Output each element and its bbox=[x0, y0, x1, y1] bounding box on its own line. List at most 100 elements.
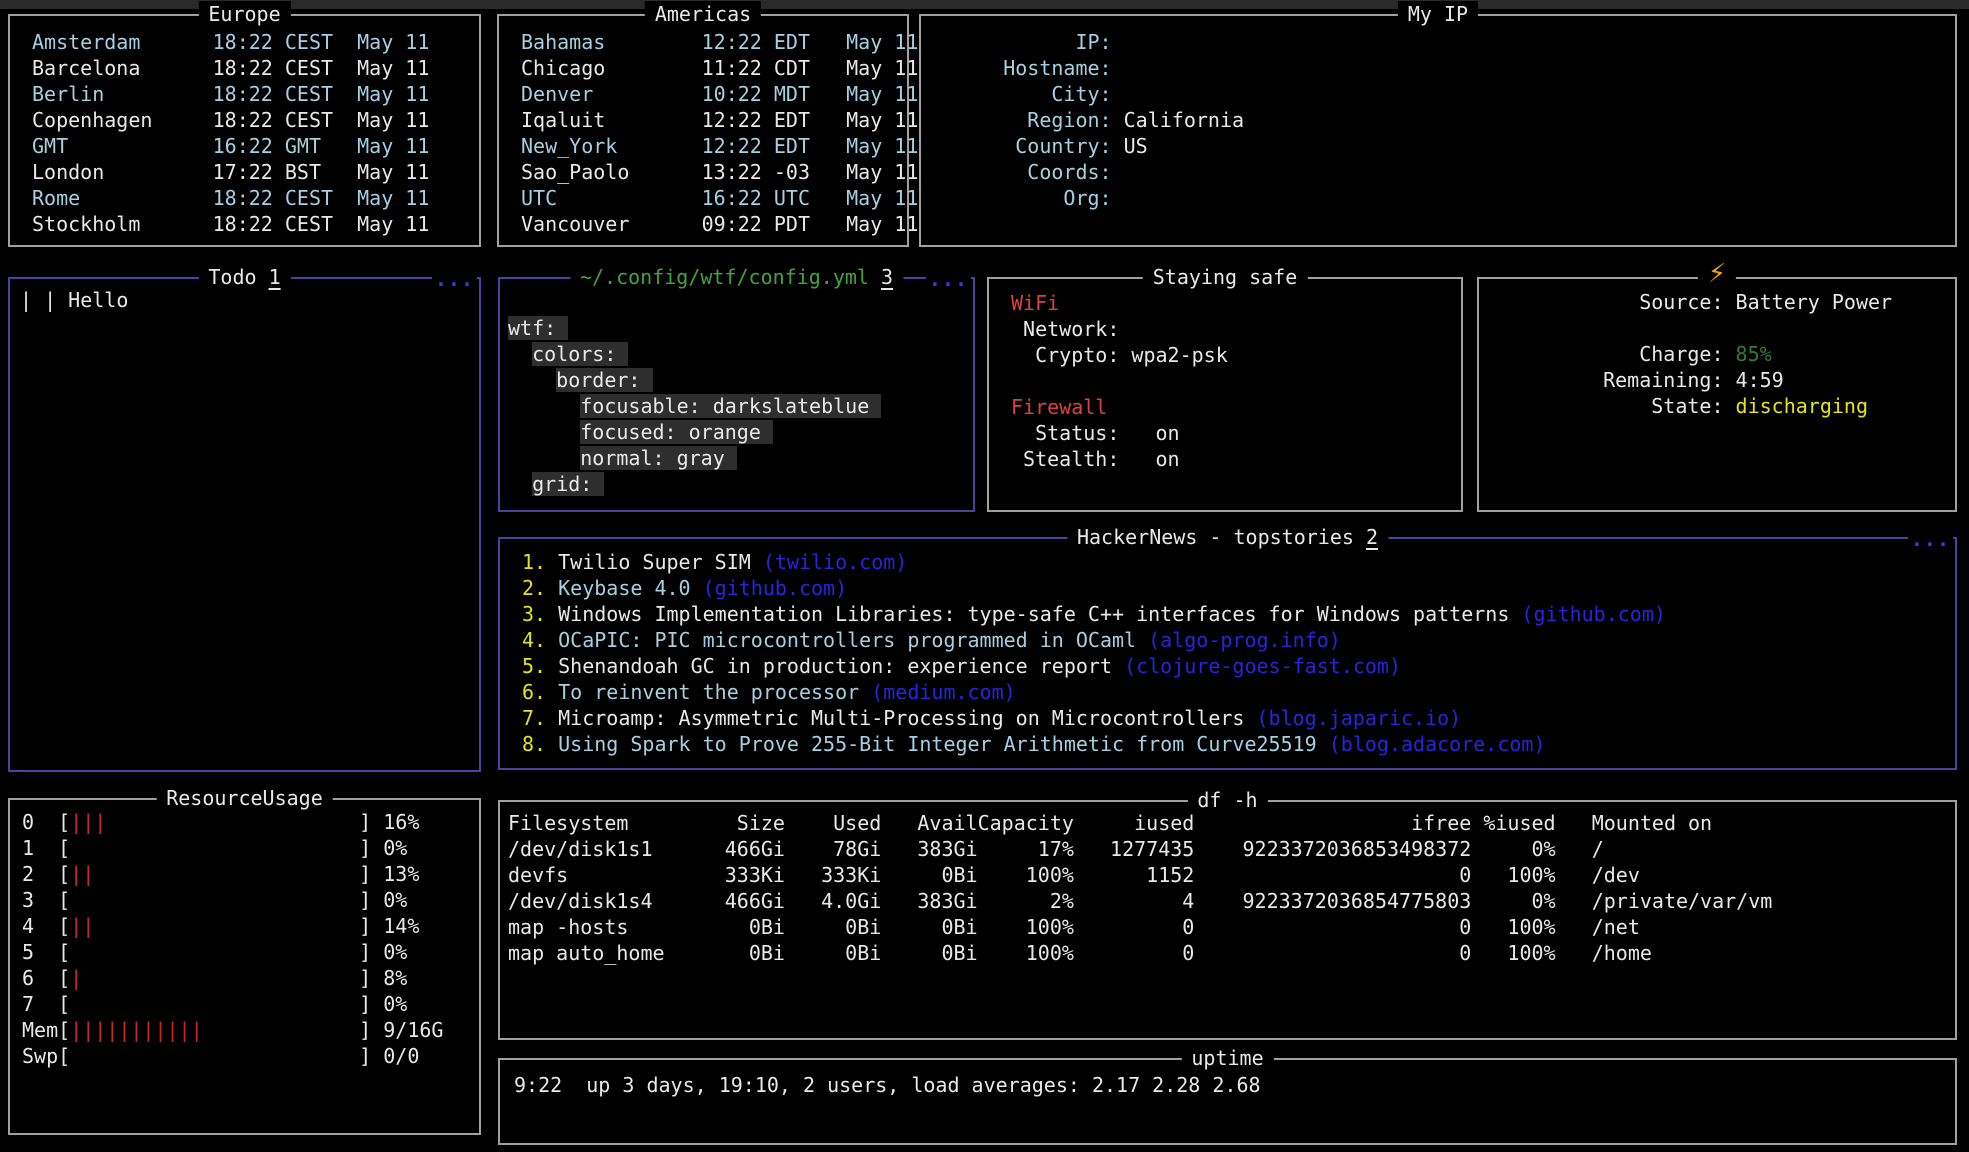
hn-story-link: (blog.adacore.com) bbox=[1329, 732, 1546, 756]
config-line-indent bbox=[508, 394, 580, 418]
hn-story-title: To reinvent the processor bbox=[558, 680, 871, 704]
hn-story-link: (blog.japaric.io) bbox=[1257, 706, 1462, 730]
hn-story[interactable]: 8. Using Spark to Prove 255-Bit Integer … bbox=[522, 731, 1955, 757]
clock-row: Amsterdam 18:22 CEST May 11 bbox=[32, 29, 479, 55]
hn-story-title: Windows Implementation Libraries: type-s… bbox=[558, 602, 1521, 626]
ip-row-label: IP: bbox=[943, 30, 1112, 54]
config-line-text: normal: gray bbox=[580, 446, 737, 470]
ip-row-label: Hostname: bbox=[943, 56, 1112, 80]
hn-story-number: 2. bbox=[522, 576, 558, 600]
config-line-text: focused: orange bbox=[580, 420, 773, 444]
resource-row: 0 [||| ] 16% bbox=[22, 809, 479, 835]
config-line-indent bbox=[508, 342, 532, 366]
americas-clock-list: Bahamas 12:22 EDT May 11Chicago 11:22 CD… bbox=[499, 16, 907, 237]
resource-row-label: 4 [ bbox=[22, 914, 70, 938]
battery-row-label: State: bbox=[1579, 394, 1724, 418]
ip-row-value bbox=[1112, 56, 1124, 80]
ip-row-value bbox=[1112, 186, 1124, 210]
resource-row-value: ] 13% bbox=[94, 862, 419, 886]
hn-story-link: (algo-prog.info) bbox=[1148, 628, 1341, 652]
panel-config-file[interactable]: ~/.config/wtf/config.yml 3 ... wtf: colo… bbox=[498, 277, 975, 512]
hn-story[interactable]: 5. Shenandoah GC in production: experien… bbox=[522, 653, 1955, 679]
config-line-text: wtf: bbox=[508, 316, 568, 340]
config-line: normal: gray bbox=[508, 445, 973, 471]
config-line: focused: orange bbox=[508, 419, 973, 445]
todo-list: | | Hello bbox=[10, 279, 479, 313]
clock-row: London 17:22 BST May 11 bbox=[32, 159, 479, 185]
uptime-text: 9:22 up 3 days, 19:10, 2 users, load ave… bbox=[514, 1072, 1955, 1098]
hn-story[interactable]: 4. OCaPIC: PIC microcontrollers programm… bbox=[522, 627, 1955, 653]
panel-hackernews[interactable]: HackerNews - topstories 2 ... 1. Twilio … bbox=[498, 537, 1957, 770]
config-yaml-content: wtf: colors: border: focusable: darkslat… bbox=[500, 279, 973, 497]
panel-clocks-europe: Europe Amsterdam 18:22 CEST May 11Barcel… bbox=[8, 14, 481, 247]
todo-item[interactable]: | | Hello bbox=[20, 287, 479, 313]
ip-row-label: City: bbox=[943, 82, 1112, 106]
clock-row: New_York 12:22 EDT May 11 bbox=[521, 133, 907, 159]
battery-row-label: Source: bbox=[1579, 290, 1724, 314]
config-line-text: focusable: darkslateblue bbox=[580, 394, 881, 418]
resource-row-value: ] 0% bbox=[70, 888, 407, 912]
hn-story-title: Keybase 4.0 bbox=[558, 576, 703, 600]
hn-story-number: 1. bbox=[522, 550, 558, 574]
resource-row: 1 [ ] 0% bbox=[22, 835, 479, 861]
ip-row-label: Region: bbox=[943, 108, 1112, 132]
config-line-indent bbox=[508, 472, 532, 496]
resource-row: Swp[ ] 0/0 bbox=[22, 1043, 479, 1069]
config-line-indent bbox=[508, 368, 556, 392]
safety-line: Crypto: wpa2-psk bbox=[1011, 342, 1461, 368]
hn-story[interactable]: 6. To reinvent the processor (medium.com… bbox=[522, 679, 1955, 705]
security-info-list: WiFi Network: Crypto: wpa2-psk Firewall … bbox=[989, 279, 1461, 472]
config-line: grid: bbox=[508, 471, 973, 497]
battery-row: Source: Battery Power bbox=[1579, 289, 1955, 315]
hn-story-link: (github.com) bbox=[1521, 602, 1666, 626]
clock-row: Vancouver 09:22 PDT May 11 bbox=[521, 211, 907, 237]
resource-bar: || bbox=[70, 914, 94, 938]
hn-story[interactable]: 3. Windows Implementation Libraries: typ… bbox=[522, 601, 1955, 627]
myip-info-list: IP: Hostname: City: Region: California C… bbox=[921, 16, 1955, 211]
clock-row: Iqaluit 12:22 EDT May 11 bbox=[521, 107, 907, 133]
resource-bar: || bbox=[70, 862, 94, 886]
clock-row: Berlin 18:22 CEST May 11 bbox=[32, 81, 479, 107]
hn-story[interactable]: 7. Microamp: Asymmetric Multi-Processing… bbox=[522, 705, 1955, 731]
resource-row-label: Mem[ bbox=[22, 1018, 70, 1042]
resource-bar: | bbox=[70, 966, 82, 990]
config-line-text: colors: bbox=[532, 342, 628, 366]
df-header-row: Filesystem Size Used AvailCapacity iused… bbox=[508, 810, 1955, 836]
resource-row-value: ] 14% bbox=[94, 914, 419, 938]
hn-story-number: 3. bbox=[522, 602, 558, 626]
clock-row: Barcelona 18:22 CEST May 11 bbox=[32, 55, 479, 81]
ip-row: IP: bbox=[943, 29, 1955, 55]
ip-row-value bbox=[1112, 160, 1124, 184]
resource-row-value: ] 0% bbox=[70, 992, 407, 1016]
resource-row: 6 [| ] 8% bbox=[22, 965, 479, 991]
clock-row: Bahamas 12:22 EDT May 11 bbox=[521, 29, 907, 55]
resource-row-value: ] 0% bbox=[70, 940, 407, 964]
ip-row: Country: US bbox=[943, 133, 1955, 159]
hn-story-number: 4. bbox=[522, 628, 558, 652]
panel-todo[interactable]: Todo 1 ... | | Hello bbox=[8, 277, 481, 772]
hackernews-story-list: 1. Twilio Super SIM (twilio.com)2. Keyba… bbox=[500, 539, 1955, 757]
battery-row-label bbox=[1579, 316, 1724, 340]
resource-row-label: 6 [ bbox=[22, 966, 70, 990]
resource-row-label: 3 [ bbox=[22, 888, 70, 912]
hn-story[interactable]: 1. Twilio Super SIM (twilio.com) bbox=[522, 549, 1955, 575]
clock-row: GMT 16:22 GMT May 11 bbox=[32, 133, 479, 159]
ip-row: Coords: bbox=[943, 159, 1955, 185]
ip-row: Hostname: bbox=[943, 55, 1955, 81]
hn-story-link: (twilio.com) bbox=[763, 550, 908, 574]
clock-row: Denver 10:22 MDT May 11 bbox=[521, 81, 907, 107]
europe-clock-list: Amsterdam 18:22 CEST May 11Barcelona 18:… bbox=[10, 16, 479, 237]
panel-clocks-americas: Americas Bahamas 12:22 EDT May 11Chicago… bbox=[497, 14, 909, 247]
df-row: /dev/disk1s1 466Gi 78Gi 383Gi 17% 127743… bbox=[508, 836, 1955, 862]
df-row: map -hosts 0Bi 0Bi 0Bi 100% 0 0 100% /ne… bbox=[508, 914, 1955, 940]
df-row: devfs 333Ki 333Ki 0Bi 100% 1152 0 100% /… bbox=[508, 862, 1955, 888]
config-line: border: bbox=[508, 367, 973, 393]
config-line: colors: bbox=[508, 341, 973, 367]
resource-row-label: Swp[ bbox=[22, 1044, 70, 1068]
ip-row: City: bbox=[943, 81, 1955, 107]
hn-story-title: OCaPIC: PIC microcontrollers programmed … bbox=[558, 628, 1148, 652]
battery-row: State: discharging bbox=[1579, 393, 1955, 419]
ip-row-value: US bbox=[1112, 134, 1148, 158]
df-row: map auto_home 0Bi 0Bi 0Bi 100% 0 0 100% … bbox=[508, 940, 1955, 966]
hn-story[interactable]: 2. Keybase 4.0 (github.com) bbox=[522, 575, 1955, 601]
